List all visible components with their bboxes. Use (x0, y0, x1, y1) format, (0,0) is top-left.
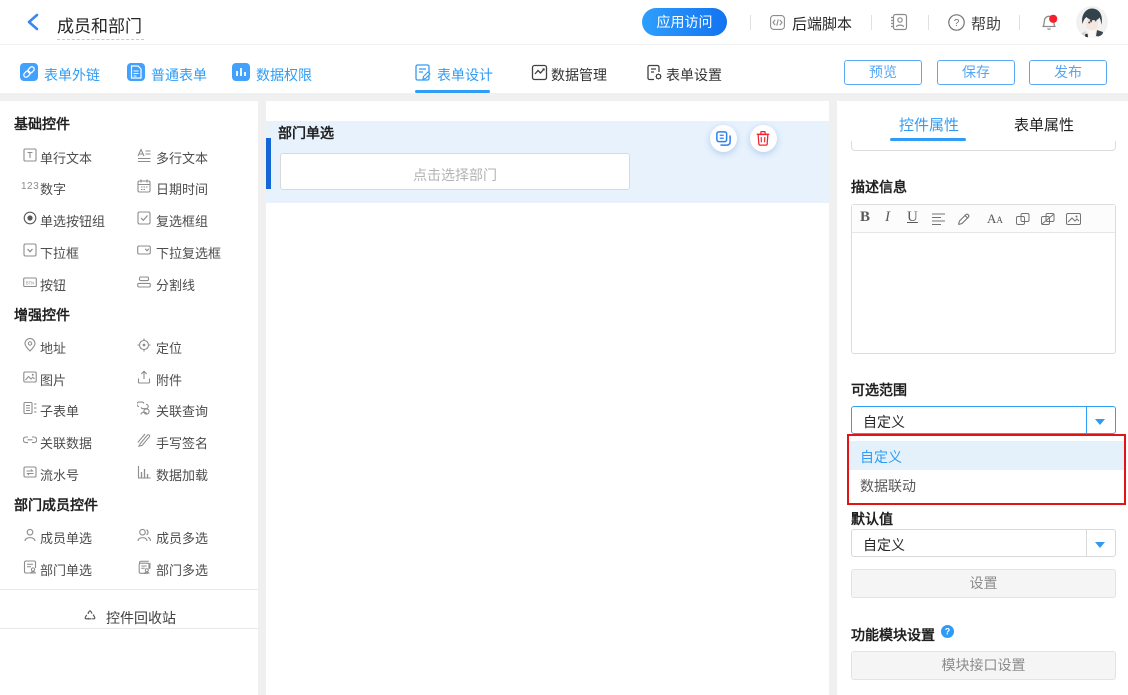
svg-text:?: ? (945, 627, 951, 637)
svg-text:BTN: BTN (26, 280, 34, 285)
svg-text:?: ? (954, 18, 960, 29)
